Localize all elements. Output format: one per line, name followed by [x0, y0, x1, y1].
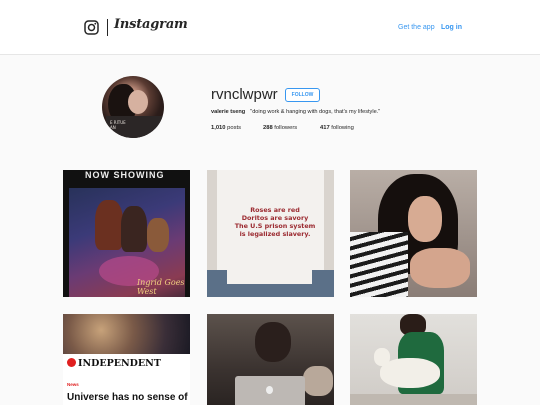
tshirt-line: is legalized slavery.	[239, 230, 311, 238]
profile-username: rvnclwpwr	[211, 86, 278, 103]
get-app-link[interactable]: Get the app	[398, 24, 435, 31]
news-masthead: INDEPENDENT	[67, 358, 161, 369]
post-tile-tshirt[interactable]: Roses are red Doritos are savory The U.S…	[207, 170, 334, 297]
followers-count[interactable]: 288 followers	[263, 125, 297, 131]
following-count[interactable]: 417 following	[320, 125, 354, 131]
profile-avatar: E RITUE AN	[102, 76, 164, 138]
news-headline: Universe has no sense of	[67, 392, 188, 403]
posts-label: posts	[227, 125, 241, 131]
profile-bio: valerie tseng "doing work & hanging with …	[211, 109, 380, 115]
post-tile-portrait[interactable]	[350, 170, 477, 297]
top-navigation-bar: Instagram Get the app Log in	[0, 0, 540, 55]
posts-number: 1,010	[211, 125, 226, 131]
eagle-logo-icon	[67, 358, 76, 367]
tshirt-print: Roses are red Doritos are savory The U.S…	[225, 206, 325, 238]
profile-full-name: valerie tseng	[211, 109, 246, 115]
tshirt-line: The U.S prison system	[234, 222, 316, 230]
following-number: 417	[320, 125, 330, 131]
followers-label: followers	[274, 125, 298, 131]
login-link[interactable]: Log in	[441, 24, 462, 31]
post-tile-news-article[interactable]: INDEPENDENT News Universe has no sense o…	[63, 314, 190, 405]
following-label: following	[331, 125, 354, 131]
follow-button[interactable]: FOLLOW	[285, 88, 320, 102]
post-tile-laptop[interactable]	[207, 314, 334, 405]
tshirt-line: Doritos are savory	[241, 214, 309, 222]
apple-logo-icon	[266, 386, 273, 394]
followers-number: 288	[263, 125, 273, 131]
poster-title: Ingrid Goes West	[137, 278, 185, 296]
instagram-camera-icon[interactable]	[84, 20, 99, 35]
instagram-wordmark[interactable]: Instagram	[114, 17, 188, 32]
post-tile-woman-dog[interactable]	[350, 314, 477, 405]
news-category: News	[67, 382, 79, 387]
profile-bio-text: "doing work & hanging with dogs, that's …	[250, 109, 381, 115]
poster-top-text: NOW SHOWING	[85, 170, 165, 180]
posts-count: 1,010 posts	[211, 125, 241, 131]
post-tile-movie-poster[interactable]: NOW SHOWING Ingrid Goes West	[63, 170, 190, 297]
logo-divider	[107, 19, 108, 36]
tshirt-line: Roses are red	[250, 206, 300, 214]
